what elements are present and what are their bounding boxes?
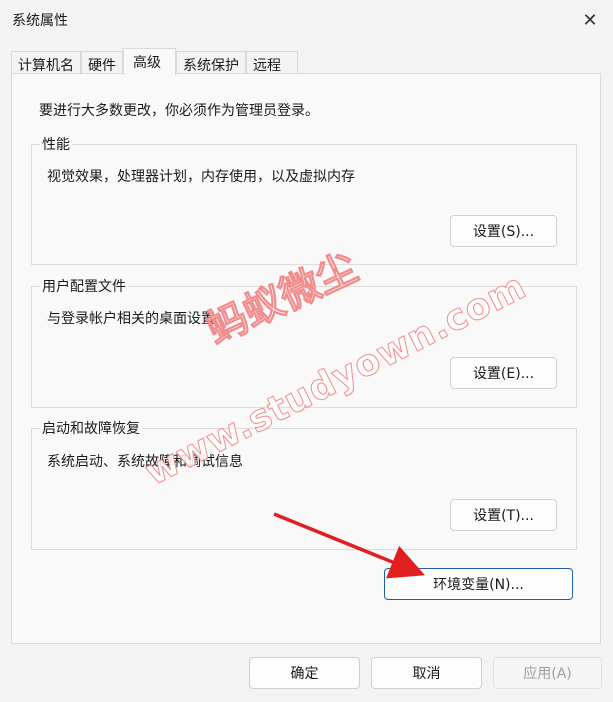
apply-button[interactable]: 应用(A) [493,657,602,689]
ok-button[interactable]: 确定 [249,657,360,689]
user-profiles-desc: 与登录帐户相关的桌面设置 [47,311,215,327]
startup-recovery-settings-button[interactable]: 设置(T)... [450,499,557,531]
tab-remote[interactable]: 远程 [246,51,298,75]
performance-group: 性能 视觉效果，处理器计划，内存使用，以及虚拟内存 设置(S)... [31,134,577,265]
user-profiles-group-label: 用户配置文件 [40,276,128,296]
close-button[interactable]: ✕ [567,0,613,40]
window-title: 系统属性 [12,13,68,29]
performance-settings-button[interactable]: 设置(S)... [450,215,557,247]
tab-strip: 计算机名 硬件 高级 系统保护 远程 [11,48,298,75]
user-profiles-group: 用户配置文件 与登录帐户相关的桌面设置 设置(E)... [31,276,577,408]
tab-system-protection[interactable]: 系统保护 [176,51,246,75]
tab-computer-name[interactable]: 计算机名 [11,51,81,75]
tab-advanced[interactable]: 高级 [123,48,176,75]
performance-desc: 视觉效果，处理器计划，内存使用，以及虚拟内存 [47,169,355,185]
close-icon: ✕ [582,9,598,31]
admin-notice: 要进行大多数更改，你必须作为管理员登录。 [39,103,319,119]
tab-hardware[interactable]: 硬件 [81,51,123,75]
startup-recovery-group: 启动和故障恢复 系统启动、系统故障和调试信息 设置(T)... [31,418,577,550]
performance-group-label: 性能 [40,134,72,154]
startup-recovery-desc: 系统启动、系统故障和调试信息 [47,454,243,470]
title-bar: 系统属性 ✕ [0,0,613,40]
advanced-tab-panel: 要进行大多数更改，你必须作为管理员登录。 性能 视觉效果，处理器计划，内存使用，… [11,73,601,644]
cancel-button[interactable]: 取消 [371,657,482,689]
environment-variables-button[interactable]: 环境变量(N)... [384,568,573,600]
startup-recovery-group-label: 启动和故障恢复 [40,418,142,438]
user-profiles-settings-button[interactable]: 设置(E)... [450,357,557,389]
